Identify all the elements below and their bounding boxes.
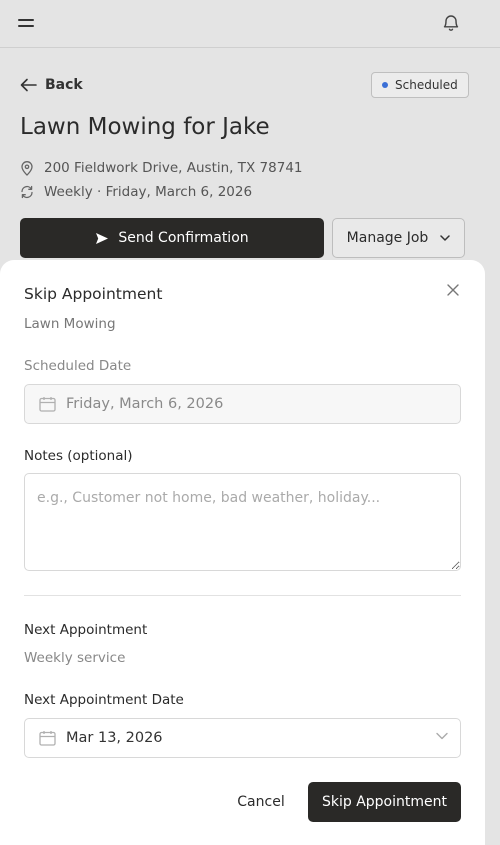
- next-appointment-subtitle: Weekly service: [24, 650, 126, 666]
- scheduled-date-value: Friday, March 6, 2026: [66, 396, 224, 412]
- job-schedule: Weekly · Friday, March 6, 2026: [20, 183, 252, 201]
- skip-appointment-button[interactable]: Skip Appointment: [308, 782, 461, 822]
- divider: [24, 595, 461, 596]
- scheduled-date-label: Scheduled Date: [24, 358, 132, 374]
- address-text: 200 Fieldwork Drive, Austin, TX 78741: [44, 160, 303, 176]
- bell-icon[interactable]: [441, 13, 461, 33]
- status-badge: Scheduled: [371, 72, 469, 98]
- job-address: 200 Fieldwork Drive, Austin, TX 78741: [20, 159, 303, 177]
- cancel-button[interactable]: Cancel: [225, 782, 297, 822]
- repeat-icon: [21, 185, 33, 199]
- close-icon[interactable]: [446, 283, 460, 297]
- arrow-left-icon: [20, 78, 37, 92]
- skip-appointment-sheet: Skip Appointment Lawn Mowing Scheduled D…: [0, 260, 485, 845]
- sheet-title: Skip Appointment: [24, 285, 163, 303]
- calendar-icon: [39, 731, 56, 746]
- scheduled-date-field: Friday, March 6, 2026: [24, 384, 461, 424]
- send-icon: [96, 232, 109, 244]
- back-link[interactable]: Back: [20, 75, 83, 95]
- schedule-text: Weekly · Friday, March 6, 2026: [44, 184, 253, 200]
- top-bar: [0, 0, 500, 48]
- hamburger-menu-icon[interactable]: [18, 17, 34, 29]
- manage-job-label: Manage Job: [346, 230, 429, 246]
- sheet-subtitle: Lawn Mowing: [24, 316, 116, 332]
- next-date-label: Next Appointment Date: [24, 692, 184, 708]
- status-text: Scheduled: [395, 78, 458, 92]
- calendar-icon: [39, 397, 56, 412]
- notes-textarea[interactable]: [24, 473, 461, 571]
- back-label: Back: [45, 77, 83, 93]
- next-appointment-heading: Next Appointment: [24, 622, 148, 638]
- page-title: Lawn Mowing for Jake: [20, 114, 270, 140]
- manage-job-button[interactable]: Manage Job: [332, 218, 465, 258]
- chevron-down-icon: [436, 732, 448, 740]
- send-confirmation-button[interactable]: Send Confirmation: [20, 218, 324, 258]
- next-date-select[interactable]: Mar 13, 2026: [24, 718, 461, 758]
- location-pin-icon: [21, 160, 33, 176]
- chevron-down-icon: [440, 235, 451, 241]
- status-dot: [382, 82, 388, 88]
- next-date-value: Mar 13, 2026: [66, 730, 163, 746]
- notes-label: Notes (optional): [24, 448, 133, 464]
- send-confirmation-label: Send Confirmation: [118, 230, 249, 246]
